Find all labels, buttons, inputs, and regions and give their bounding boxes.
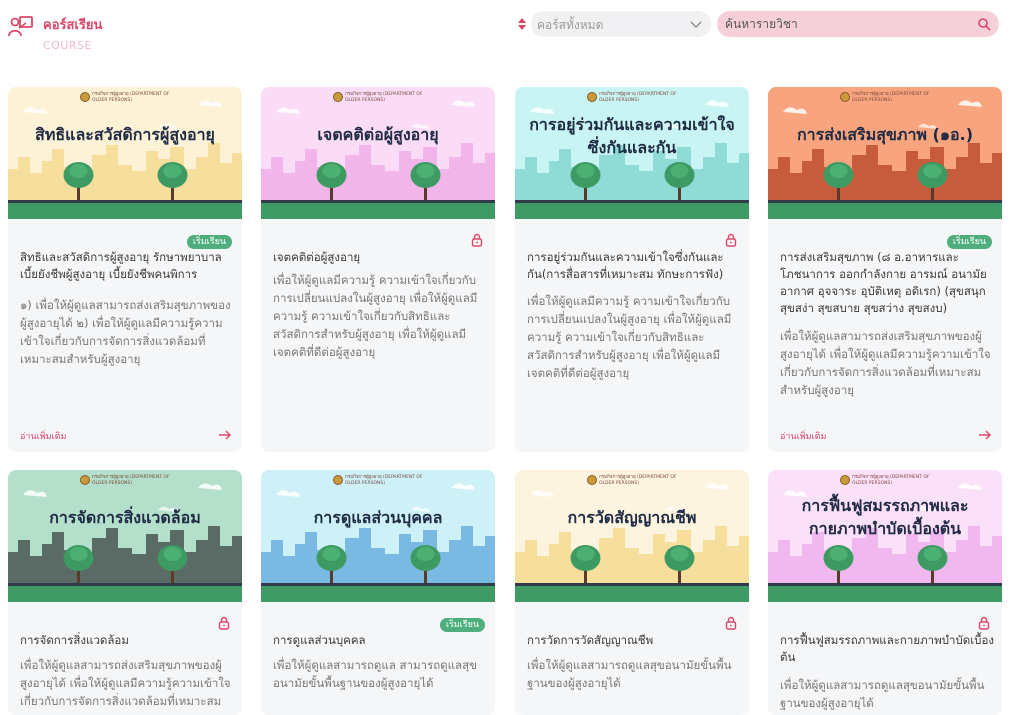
- banner-illustration: [8, 470, 242, 602]
- course-banner[interactable]: กรมกิจการผู้สูงอายุ (DEPARTMENT OF OLDER…: [261, 470, 495, 602]
- banner-illustration: [261, 470, 495, 602]
- department-logo: [587, 475, 597, 485]
- course-card[interactable]: กรมกิจการผู้สูงอายุ (DEPARTMENT OF OLDER…: [515, 87, 749, 452]
- read-more-link[interactable]: อ่านเพิ่มเติม: [20, 429, 66, 443]
- course-card[interactable]: กรมกิจการผู้สูงอายุ (DEPARTMENT OF OLDER…: [8, 87, 242, 452]
- course-description: เพื่อให้ผู้ดูแลสามารถดูแลสุขอนามัยขั้นพื…: [527, 658, 732, 690]
- course-description: เพื่อให้ผู้ดูแลสามารถส่งเสริมสุขภาพของผู…: [780, 329, 991, 397]
- course-description: เพื่อให้ผู้ดูแลสามารถดูแลสุขอนามัยขั้นพื…: [780, 678, 985, 710]
- search-input[interactable]: [725, 14, 965, 34]
- department-name: กรมกิจการผู้สูงอายุ (DEPARTMENT OF OLDER…: [599, 475, 677, 486]
- department-logo: [840, 475, 850, 485]
- lock-icon: [725, 233, 737, 247]
- page-title: คอร์สเรียน: [43, 18, 103, 33]
- banner-illustration: [515, 470, 749, 602]
- department-name: กรมกิจการผู้สูงอายุ (DEPARTMENT OF OLDER…: [92, 92, 170, 103]
- course-title[interactable]: การดูแลส่วนบุคคล: [273, 632, 487, 649]
- course-filter-select[interactable]: คอร์สทั้งหมด: [531, 11, 711, 37]
- course-banner[interactable]: กรมกิจการผู้สูงอายุ (DEPARTMENT OF OLDER…: [8, 87, 242, 219]
- course-card[interactable]: กรมกิจการผู้สูงอายุ (DEPARTMENT OF OLDER…: [8, 470, 242, 715]
- chevron-down-icon: [690, 21, 702, 28]
- course-banner[interactable]: กรมกิจการผู้สูงอายุ (DEPARTMENT OF OLDER…: [515, 470, 749, 602]
- status-badge: เริ่มเรียน: [439, 618, 485, 632]
- department-name: กรมกิจการผู้สูงอายุ (DEPARTMENT OF OLDER…: [92, 475, 170, 486]
- department-name: กรมกิจการผู้สูงอายุ (DEPARTMENT OF OLDER…: [852, 92, 930, 103]
- search-icon[interactable]: [977, 17, 991, 31]
- department-name: กรมกิจการผู้สูงอายุ (DEPARTMENT OF OLDER…: [852, 475, 930, 486]
- course-banner[interactable]: กรมกิจการผู้สูงอายุ (DEPARTMENT OF OLDER…: [261, 87, 495, 219]
- banner-title: การวัดสัญญาณชีพ: [567, 508, 697, 527]
- department-seal: กรมกิจการผู้สูงอายุ (DEPARTMENT OF OLDER…: [80, 92, 180, 104]
- course-title[interactable]: การฟื้นฟูสมรรถภาพและกายภาพบำบัดเบื้องต้น: [780, 632, 994, 666]
- read-more-link[interactable]: อ่านเพิ่มเติม: [780, 429, 826, 443]
- department-seal: กรมกิจการผู้สูงอายุ (DEPARTMENT OF OLDER…: [840, 92, 940, 104]
- department-seal: กรมกิจการผู้สูงอายุ (DEPARTMENT OF OLDER…: [587, 475, 687, 487]
- course-teacher-icon: [8, 16, 33, 37]
- banner-title: การดูแลส่วนบุคคล: [313, 508, 443, 527]
- course-banner[interactable]: กรมกิจการผู้สูงอายุ (DEPARTMENT OF OLDER…: [768, 87, 1002, 219]
- department-name: กรมกิจการผู้สูงอายุ (DEPARTMENT OF OLDER…: [345, 92, 423, 103]
- lock-icon: [725, 616, 737, 630]
- department-name: กรมกิจการผู้สูงอายุ (DEPARTMENT OF OLDER…: [345, 475, 423, 486]
- course-card[interactable]: กรมกิจการผู้สูงอายุ (DEPARTMENT OF OLDER…: [768, 87, 1002, 452]
- course-title[interactable]: เจตคติต่อผู้สูงอายุ: [273, 249, 487, 266]
- banner-illustration: [768, 87, 1002, 219]
- course-title[interactable]: การส่งเสริมสุขภาพ (๘ อ.อาหารและโภชนาการ …: [780, 249, 994, 317]
- status-badge: เริ่มเรียน: [186, 235, 232, 249]
- arrow-right-icon[interactable]: [218, 429, 232, 441]
- banner-title: เจตคติต่อผู้สูงอายุ: [317, 125, 439, 144]
- course-title[interactable]: สิทธิและสวัสดิการผู้สูงอายุ รักษาพยาบาล …: [20, 249, 234, 283]
- department-logo: [80, 92, 90, 102]
- course-banner[interactable]: กรมกิจการผู้สูงอายุ (DEPARTMENT OF OLDER…: [515, 87, 749, 219]
- banner-title: สิทธิและสวัสดิการผู้สูงอายุ: [35, 125, 215, 144]
- department-name: กรมกิจการผู้สูงอายุ (DEPARTMENT OF OLDER…: [599, 92, 677, 103]
- banner-title: การจัดการสิ่งแวดล้อม: [49, 508, 201, 527]
- banner-title: การฟื้นฟูสมรรถภาพและกายภาพบำบัดเบื้องต้น: [801, 496, 969, 538]
- lock-icon: [471, 233, 483, 247]
- department-seal: กรมกิจการผู้สูงอายุ (DEPARTMENT OF OLDER…: [587, 92, 687, 104]
- course-description: ๑) เพื่อให้ผู้ดูแลสามารถส่งเสริมสุขภาพขอ…: [20, 298, 231, 366]
- department-logo: [80, 475, 90, 485]
- course-banner[interactable]: กรมกิจการผู้สูงอายุ (DEPARTMENT OF OLDER…: [768, 470, 1002, 602]
- department-seal: กรมกิจการผู้สูงอายุ (DEPARTMENT OF OLDER…: [80, 475, 180, 487]
- course-filter-value: คอร์สทั้งหมด: [537, 18, 604, 32]
- course-description: เพื่อให้ผู้ดูแลสามารถส่งเสริมสุขภาพของผู…: [20, 658, 231, 708]
- course-card[interactable]: กรมกิจการผู้สูงอายุ (DEPARTMENT OF OLDER…: [261, 87, 495, 452]
- banner-title: การอยู่ร่วมกันและความเข้าใจซึ่งกันและกัน: [529, 115, 735, 157]
- department-seal: กรมกิจการผู้สูงอายุ (DEPARTMENT OF OLDER…: [840, 475, 940, 487]
- lock-icon: [978, 616, 990, 630]
- department-seal: กรมกิจการผู้สูงอายุ (DEPARTMENT OF OLDER…: [333, 475, 433, 487]
- course-banner[interactable]: กรมกิจการผู้สูงอายุ (DEPARTMENT OF OLDER…: [8, 470, 242, 602]
- status-badge: เริ่มเรียน: [946, 235, 992, 249]
- arrow-right-icon[interactable]: [978, 429, 992, 441]
- lock-icon: [218, 616, 230, 630]
- course-description: เพื่อให้ผู้ดูแลมีความรู้ ความเข้าใจเกี่ย…: [273, 273, 478, 359]
- department-logo: [587, 92, 597, 102]
- search-box: [717, 11, 999, 37]
- page-header: คอร์สเรียน COURSE คอร์สทั้งหมด: [0, 0, 1024, 70]
- page-subtitle: COURSE: [43, 39, 92, 52]
- course-title[interactable]: การอยู่ร่วมกันและความเข้าใจซึ่งกันและกัน…: [527, 249, 741, 283]
- course-title[interactable]: การวัดการวัดสัญญาณชีพ: [527, 632, 741, 649]
- course-card[interactable]: กรมกิจการผู้สูงอายุ (DEPARTMENT OF OLDER…: [261, 470, 495, 715]
- banner-title: การส่งเสริมสุขภาพ (๑อ.): [796, 125, 974, 144]
- course-description: เพื่อให้ผู้ดูแลสามารถดูแล สามารถดูแลสุขอ…: [273, 658, 477, 690]
- course-card[interactable]: กรมกิจการผู้สูงอายุ (DEPARTMENT OF OLDER…: [768, 470, 1002, 715]
- course-card[interactable]: กรมกิจการผู้สูงอายุ (DEPARTMENT OF OLDER…: [515, 470, 749, 715]
- banner-illustration: [261, 87, 495, 219]
- department-logo: [333, 475, 343, 485]
- course-description: เพื่อให้ผู้ดูแลมีความรู้ ความเข้าใจเกี่ย…: [527, 294, 732, 380]
- department-seal: กรมกิจการผู้สูงอายุ (DEPARTMENT OF OLDER…: [333, 92, 433, 104]
- banner-illustration: [8, 87, 242, 219]
- department-logo: [840, 92, 850, 102]
- course-title[interactable]: การจัดการสิ่งแวดล้อม: [20, 632, 234, 649]
- sort-icon[interactable]: [517, 16, 527, 32]
- department-logo: [333, 92, 343, 102]
